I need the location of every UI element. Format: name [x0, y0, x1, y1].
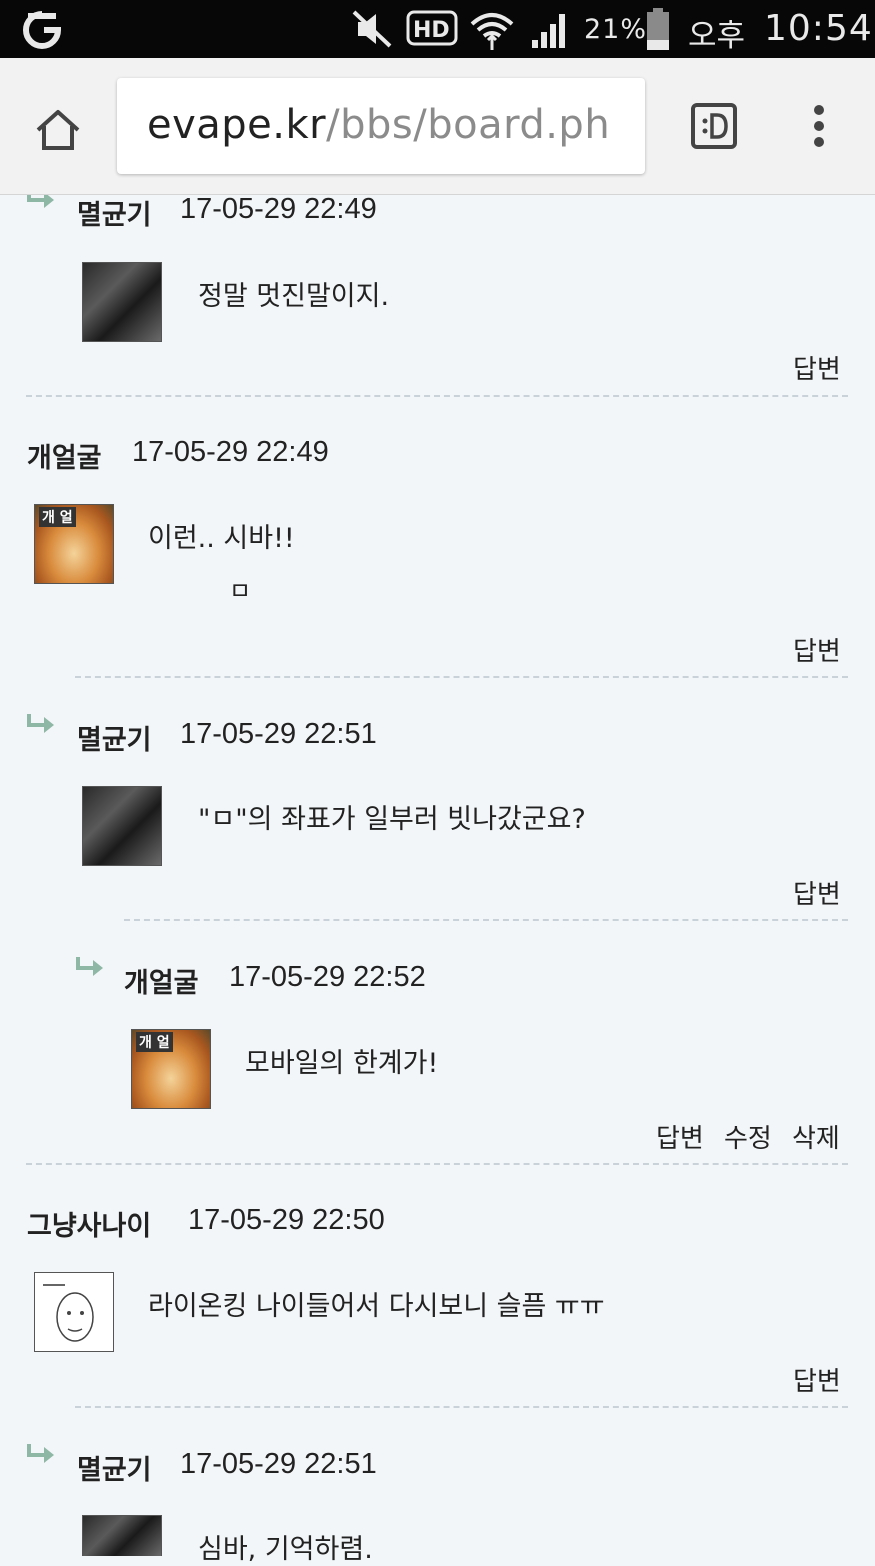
comment-date: 17-05-29 22:51	[180, 1448, 377, 1480]
carrier-logo-icon	[23, 11, 62, 49]
reply-button[interactable]: 답변	[793, 874, 841, 911]
status-icons: HD	[352, 10, 565, 50]
reply-button[interactable]: 답변	[656, 1118, 704, 1155]
comment-date: 17-05-29 22:50	[188, 1204, 385, 1236]
avatar-person	[82, 786, 162, 866]
comment-text: 이런.. 시바!!	[148, 523, 295, 554]
battery-icon	[647, 8, 669, 50]
comment-text: "ㅁ"의 좌표가 일부러 빗나갔군요?	[198, 804, 586, 835]
reply-button[interactable]: 답변	[793, 1361, 841, 1398]
comment-text: 심바, 기억하렴.	[198, 1534, 373, 1565]
reader-mode-icon[interactable]	[690, 102, 738, 150]
comment-divider	[26, 395, 848, 397]
clock-time: 10:54	[764, 8, 873, 49]
comment-author[interactable]: 그냥사나이	[27, 1204, 151, 1243]
hd-voice-icon: HD	[406, 10, 458, 46]
comment-author[interactable]: 멸균기	[77, 193, 152, 232]
overflow-menu-icon[interactable]	[808, 102, 830, 150]
reply-button[interactable]: 답변	[793, 631, 841, 668]
svg-text:HD: HD	[413, 18, 450, 43]
comment-text-line2: ㅁ	[229, 577, 252, 605]
battery-percent: 21%	[584, 14, 648, 45]
avatar-person	[82, 262, 162, 342]
address-bar[interactable]: evape.kr/bbs/board.ph	[117, 78, 645, 174]
url-path: /bbs/board.ph	[326, 102, 611, 148]
reply-button[interactable]: 답변	[793, 349, 841, 386]
reply-arrow-icon	[27, 714, 54, 733]
signal-icon	[532, 14, 565, 48]
avatar-drawing	[34, 1272, 114, 1352]
comment-list: 멸균기 17-05-29 22:49 정말 멋진말이지. 답변 개얼굴 17-0…	[0, 0, 875, 1565]
comment-text: 라이온킹 나이들어서 다시보니 슬픔 ㅠㅠ	[148, 1291, 605, 1322]
url-domain: evape.kr	[147, 102, 327, 148]
face-drawing-icon	[43, 1284, 94, 1342]
comment-divider	[75, 1406, 848, 1408]
home-icon[interactable]	[34, 106, 82, 154]
comment-divider	[75, 676, 848, 678]
comment-date: 17-05-29 22:52	[229, 961, 426, 993]
comment-author[interactable]: 멸균기	[77, 718, 152, 757]
avatar-person	[82, 1515, 162, 1556]
reply-arrow-icon	[76, 957, 103, 976]
comment-date: 17-05-29 22:49	[180, 193, 377, 225]
wifi-icon	[470, 13, 514, 50]
clock-ampm: 오후	[688, 18, 746, 54]
url-text: evape.kr/bbs/board.ph	[147, 102, 610, 148]
comment-divider	[124, 919, 848, 921]
browser-toolbar: evape.kr/bbs/board.ph	[0, 58, 875, 195]
comment-author[interactable]: 멸균기	[77, 1448, 152, 1487]
avatar-dog: 개 얼	[131, 1029, 211, 1109]
avatar-caption: 개 얼	[136, 1032, 173, 1052]
edit-button[interactable]: 수정	[724, 1118, 772, 1155]
comment-date: 17-05-29 22:51	[180, 718, 377, 750]
comment-text: 정말 멋진말이지.	[198, 281, 390, 312]
comment-divider	[26, 1163, 848, 1165]
delete-button[interactable]: 삭제	[792, 1118, 840, 1155]
reply-arrow-icon	[27, 1444, 54, 1463]
status-bar: HD 21% 오후 10:54	[0, 0, 875, 58]
avatar-dog: 개 얼	[34, 504, 114, 584]
mute-icon	[352, 10, 392, 48]
comment-author[interactable]: 개얼굴	[124, 961, 199, 1000]
comment-date: 17-05-29 22:49	[132, 436, 329, 468]
avatar-caption: 개 얼	[39, 507, 76, 527]
comment-author[interactable]: 개얼굴	[27, 436, 102, 475]
comment-text: 모바일의 한계가!	[245, 1048, 439, 1079]
